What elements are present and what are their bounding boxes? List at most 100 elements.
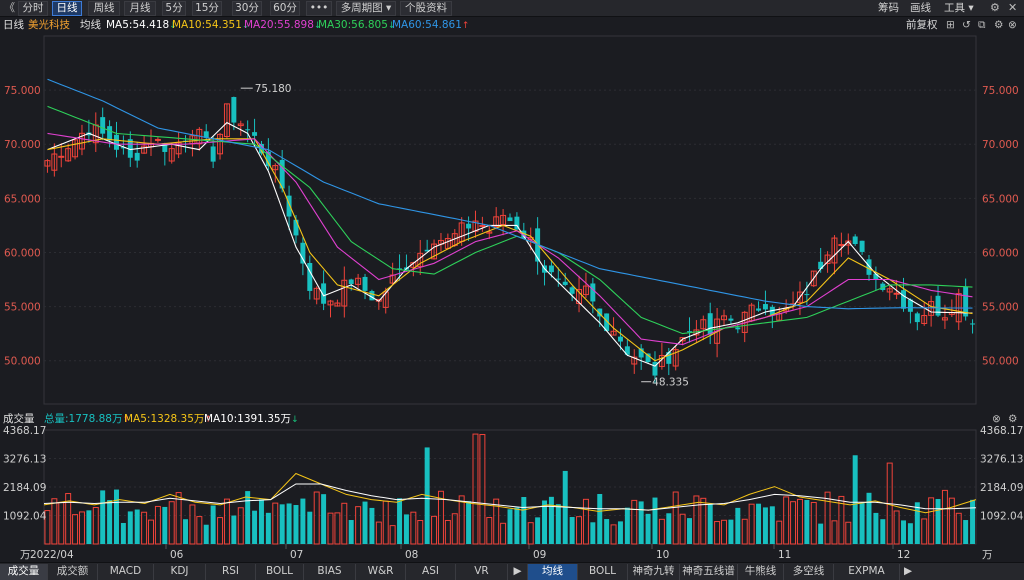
volume-bar-up [417, 519, 424, 545]
tab-kdj[interactable]: KDJ [154, 564, 206, 580]
volume-bar-down [762, 507, 768, 544]
tab-rsi[interactable]: RSI [206, 564, 256, 580]
chart-grid [43, 35, 977, 549]
volume-tick-label: 4368.17 [3, 425, 46, 437]
volume-bar-down [756, 503, 762, 544]
volume-ma10-line [43, 483, 977, 511]
close-icon[interactable]: ✕ [1008, 1, 1017, 16]
ma-label[interactable]: 均线 [80, 17, 101, 34]
price-tick-label: 70.000 [982, 139, 1019, 151]
volume-bar-up [431, 515, 438, 545]
low-annotation: 48.335 [652, 377, 689, 389]
tab-scroll-right-icon[interactable]: ▶ [900, 564, 916, 580]
stock-info-button[interactable]: 个股资料 [400, 1, 452, 16]
volume-bar-down [293, 505, 299, 544]
ma-lines [47, 78, 973, 367]
volume-bar-up [196, 516, 203, 545]
tab-intraday[interactable]: 分时 [18, 1, 48, 16]
volume-bar-up [168, 501, 175, 545]
volume-bar-down [107, 500, 113, 544]
tab-magic-five[interactable]: 神奇五线谱 [680, 564, 738, 580]
tab-expma[interactable]: EXPMA [834, 564, 900, 580]
close-icon[interactable]: ⊗ [1008, 17, 1017, 34]
volume-bar-down [514, 507, 520, 544]
volume-bar-down [369, 507, 375, 544]
tab-boll[interactable]: BOLL [256, 564, 304, 580]
volume-bar-up [92, 507, 99, 545]
volume-bar-down [521, 497, 527, 544]
collapse-icon[interactable]: 《 [4, 1, 15, 16]
volume-bar-down [638, 501, 644, 544]
axis-labels: 75.000 75.000 70.000 70.000 65.000 65.000 60.0… [3, 83, 1024, 561]
tab-bull-bear[interactable]: 牛熊线 [738, 564, 784, 580]
candle-body-down [590, 283, 596, 302]
chips-button[interactable]: 筹码 [878, 1, 899, 16]
more-periods-button[interactable]: ••• [306, 1, 332, 16]
volume-bar-down [804, 499, 810, 544]
volume-bar-down [100, 490, 106, 544]
ma30-value: MA30:56.805↓ [318, 19, 396, 31]
tab-daily[interactable]: 日线 [52, 1, 82, 16]
volume-bar-down [970, 499, 976, 544]
price-adjust-button[interactable]: 前复权 [906, 17, 938, 34]
copy-icon[interactable]: ⧉ [978, 17, 986, 34]
volume-tick-label: 3276.13 [980, 453, 1023, 465]
tab-vr[interactable]: VR [456, 564, 508, 580]
volume-bar-up [327, 512, 334, 545]
volume-bar-up [410, 511, 417, 545]
candle-body-down [210, 146, 216, 162]
volume-bar-up [527, 522, 534, 545]
volume-bar-down [963, 520, 969, 544]
tab-monthly[interactable]: 月线 [124, 1, 156, 16]
volume-bar-down [127, 511, 133, 544]
candle-body-down [804, 294, 810, 296]
tab-15min[interactable]: 15分 [192, 1, 222, 16]
kline-chart[interactable]: 75.000 75.000 70.000 70.000 65.000 65.000 60.0… [0, 34, 1024, 562]
tab-60min[interactable]: 60分 [270, 1, 300, 16]
tab-long-short[interactable]: 多空线 [784, 564, 834, 580]
stock-name: 美光科技 [28, 19, 70, 31]
volume-bar-down [666, 513, 672, 544]
period-toolbar: 《 分时 日线 周线 月线 5分 15分 30分 60分 ••• 多周期图 ▾ … [0, 0, 1024, 17]
volume-tick-label: 1092.04 [980, 511, 1024, 523]
volume-bar-up [955, 512, 962, 545]
tab-scroll-right-icon[interactable]: ▶ [508, 564, 528, 580]
settings-gear-icon[interactable]: ⚙ [990, 1, 1000, 16]
draw-line-button[interactable]: 画线 [910, 1, 931, 16]
volume-bar-up [486, 517, 493, 545]
settings-gear-icon[interactable]: ⚙ [994, 17, 1003, 34]
tab-ma[interactable]: 均线 [528, 564, 578, 580]
tab-volume[interactable]: 成交量 [0, 564, 48, 580]
volume-bar-up [479, 434, 486, 545]
multi-period-dropdown[interactable]: 多周期图 ▾ [336, 1, 396, 16]
tab-weekly[interactable]: 周线 [88, 1, 120, 16]
tab-turnover[interactable]: 成交额 [48, 564, 98, 580]
price-tick-label: 70.000 [4, 139, 41, 151]
volume-bar-down [901, 520, 906, 544]
volume-bar-down [286, 503, 292, 544]
x-axis-label: 08 [405, 549, 418, 561]
tab-boll-overlay[interactable]: BOLL [578, 564, 628, 580]
tab-30min[interactable]: 30分 [232, 1, 262, 16]
tab-asi[interactable]: ASI [406, 564, 456, 580]
volume-bar-up [389, 525, 396, 545]
tab-wr[interactable]: W&R [356, 564, 406, 580]
volume-bar-up [58, 501, 65, 545]
tab-bias[interactable]: BIAS [304, 564, 356, 580]
candle-body-down [728, 318, 734, 321]
reset-icon[interactable]: ↺ [962, 17, 971, 34]
candle-body-down [756, 308, 762, 311]
tools-dropdown[interactable]: 工具 ▾ [944, 1, 974, 16]
x-axis-label: 12 [897, 549, 910, 561]
tab-magic-nine[interactable]: 神奇九转 [628, 564, 680, 580]
tab-macd[interactable]: MACD [98, 564, 154, 580]
high-annotation: 75.180 [255, 83, 292, 95]
candle-body-up [893, 292, 900, 295]
volume-tick-label: 2184.09 [3, 482, 46, 494]
zoom-in-icon[interactable]: ⊞ [946, 17, 955, 34]
ma-legend: 日线 美光科技 均线 MA5:54.418↓ MA10:54.351↓ MA20… [0, 17, 1024, 34]
tab-5min[interactable]: 5分 [162, 1, 186, 16]
volume-bar-down [617, 521, 623, 544]
volume-bar-down [866, 492, 872, 544]
volume-bar-down [210, 505, 216, 544]
